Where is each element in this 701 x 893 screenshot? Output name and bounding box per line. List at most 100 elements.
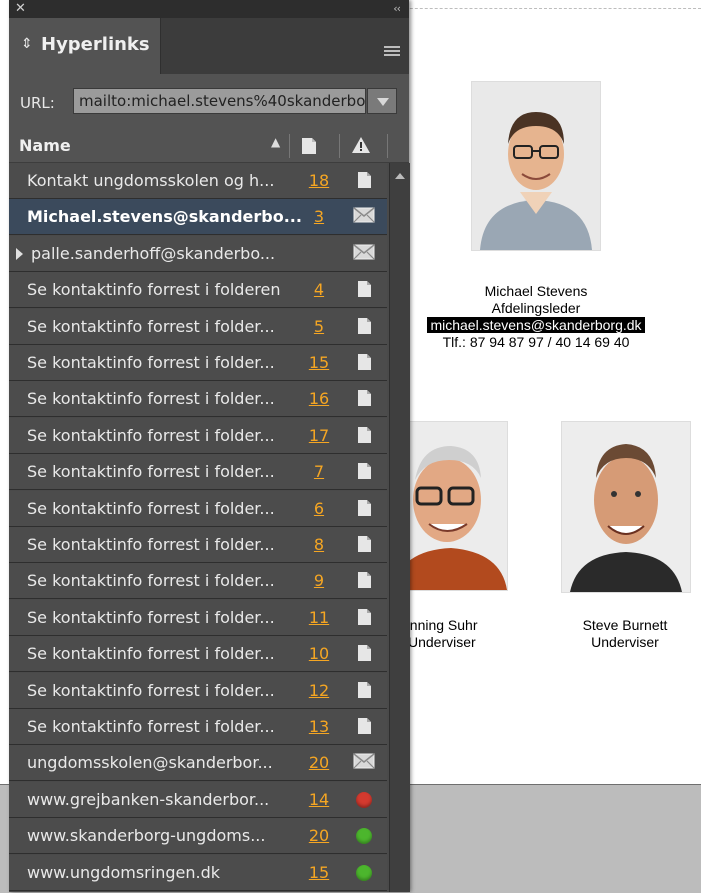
page-number-link[interactable]: 18 — [299, 171, 339, 190]
hyperlink-row[interactable]: ungdomsskolen@skanderbor... 20 — [9, 745, 387, 782]
green-status-dot — [353, 863, 375, 883]
hyperlink-name: Se kontaktinfo forrest i folder... — [27, 607, 275, 627]
column-divider — [387, 134, 388, 158]
hyperlink-name: Se kontaktinfo forrest i folder... — [27, 717, 275, 736]
hyperlink-name: www.skanderborg-ungdoms... — [27, 826, 266, 846]
hyperlink-name: Michael.stevens@skanderbo... — [27, 207, 302, 227]
hyperlink-name: Se kontaktinfo forrest i folder... — [27, 389, 275, 409]
hyperlinks-panel: ✕ ‹‹ ⇕ Hyperlinks URL: mailto:michael.st… — [9, 0, 410, 892]
url-dropdown-button[interactable] — [367, 88, 397, 114]
panel-menu-icon[interactable] — [384, 46, 400, 58]
hyperlink-row[interactable]: Se kontaktinfo forrest i folder... 17 — [9, 417, 387, 454]
column-header-page-icon[interactable] — [301, 137, 317, 159]
page-icon — [356, 571, 378, 591]
page-icon — [356, 681, 378, 701]
page-number-link[interactable]: 15 — [299, 863, 339, 882]
mail-icon — [353, 244, 375, 264]
page-number-link[interactable]: 20 — [299, 826, 339, 845]
page-icon — [356, 499, 378, 519]
page-number-link[interactable]: 4 — [299, 280, 339, 299]
page-number-link[interactable]: 3 — [299, 207, 339, 226]
scroll-up-arrow-icon[interactable] — [395, 173, 405, 179]
person1-email-link[interactable]: michael.stevens@skanderborg.dk — [427, 317, 645, 333]
hyperlink-name: ungdomsskolen@skanderbor... — [27, 753, 273, 773]
page-icon — [356, 535, 378, 555]
hyperlink-row[interactable]: www.grejbanken-skanderbor... 14 — [9, 781, 387, 818]
page-icon — [356, 353, 378, 373]
hyperlink-row[interactable]: Se kontaktinfo forrest i folder... 6 — [9, 490, 387, 527]
page-icon — [356, 462, 378, 482]
person3-title: Underviser — [591, 634, 659, 650]
tab-toggle-icon[interactable]: ⇕ — [21, 36, 33, 52]
column-divider — [289, 134, 290, 158]
url-label: URL: — [20, 94, 55, 112]
hyperlink-name: Kontakt ungdomsskolen og h... — [27, 171, 275, 190]
page-number-link[interactable]: 20 — [299, 753, 339, 772]
hyperlink-row[interactable]: Se kontaktinfo forrest i folder... 12 — [9, 672, 387, 709]
hyperlink-row[interactable]: Se kontaktinfo forrest i folder... 5 — [9, 308, 387, 345]
hyperlink-name: Se kontaktinfo forrest i folderen — [27, 280, 281, 300]
page-number-link[interactable]: 16 — [299, 389, 339, 408]
hyperlink-row[interactable]: Se kontaktinfo forrest i folder... 8 — [9, 527, 387, 563]
hyperlink-row[interactable]: Michael.stevens@skanderbo... 3 — [9, 199, 387, 236]
page-number-link[interactable]: 15 — [299, 353, 339, 372]
page-number-link[interactable]: 7 — [299, 462, 339, 481]
hyperlink-row[interactable]: www.ungdomsringen.dk 15 — [9, 854, 387, 891]
hyperlink-row[interactable]: palle.sanderhoff@skanderbo... — [9, 235, 387, 272]
hyperlink-row[interactable]: Se kontaktinfo forrest i folder... 11 — [9, 599, 387, 636]
hyperlink-row[interactable]: Se kontaktinfo forrest i folder... 9 — [9, 563, 387, 600]
hyperlink-name: palle.sanderhoff@skanderbo... — [31, 243, 276, 263]
page-number-link[interactable]: 17 — [299, 426, 339, 445]
person1-title: Afdelingsleder — [491, 300, 581, 316]
column-header-name[interactable]: Name — [19, 136, 71, 155]
tab-label: Hyperlinks — [41, 34, 150, 55]
green-status-dot — [353, 826, 375, 846]
page-icon — [356, 389, 378, 409]
close-icon[interactable]: ✕ — [15, 1, 26, 17]
collapse-panel-icon[interactable]: ‹‹ — [393, 1, 401, 17]
hyperlink-row[interactable]: Se kontaktinfo forrest i folderen 4 — [9, 272, 387, 309]
expand-triangle-icon[interactable] — [16, 247, 23, 260]
column-divider — [339, 134, 340, 158]
hyperlink-name: Se kontaktinfo forrest i folder... — [27, 644, 275, 664]
hyperlink-row[interactable]: www.skanderborg-ungdoms... 20 — [9, 818, 387, 855]
page-number-link[interactable]: 10 — [299, 644, 339, 663]
page-number-link[interactable]: 9 — [299, 571, 339, 590]
page-number-link[interactable]: 8 — [299, 535, 339, 554]
hyperlink-name: Se kontaktinfo forrest i folder... — [27, 571, 275, 591]
hyperlink-row[interactable]: Se kontaktinfo forrest i folder... 15 — [9, 345, 387, 381]
page-number-link[interactable]: 12 — [299, 681, 339, 700]
hyperlink-row[interactable]: Se kontaktinfo forrest i folder... 7 — [9, 454, 387, 491]
mail-icon — [353, 207, 375, 227]
list-scrollbar[interactable] — [389, 163, 410, 892]
page-number-link[interactable]: 5 — [299, 317, 339, 336]
hyperlink-row[interactable]: Kontakt ungdomsskolen og h... 18 — [9, 163, 387, 199]
column-header-warning-icon[interactable] — [351, 136, 371, 158]
photo-michael-stevens — [471, 81, 601, 251]
sort-ascending-icon[interactable]: ▲ — [271, 135, 280, 149]
page-number-link[interactable]: 13 — [299, 717, 339, 736]
tab-hyperlinks[interactable]: ⇕ Hyperlinks — [9, 18, 161, 74]
page-number-link[interactable]: 11 — [299, 608, 339, 627]
hyperlink-name: Se kontaktinfo forrest i folder... — [27, 353, 275, 372]
hyperlink-row[interactable]: Se kontaktinfo forrest i folder... 10 — [9, 636, 387, 673]
hyperlink-name: www.grejbanken-skanderbor... — [27, 789, 270, 809]
hyperlink-name: Se kontaktinfo forrest i folder... — [27, 462, 275, 482]
page-icon — [356, 644, 378, 664]
hyperlink-name: Se kontaktinfo forrest i folder... — [27, 535, 275, 554]
page-number-link[interactable]: 14 — [299, 790, 339, 809]
list-header: Name ▲ — [9, 130, 409, 163]
url-input[interactable]: mailto:michael.stevens%40skanderborg.dk — [73, 88, 366, 114]
red-status-dot — [353, 790, 375, 810]
hyperlink-row[interactable]: Se kontaktinfo forrest i folder... 13 — [9, 709, 387, 745]
hyperlink-name: www.ungdomsringen.dk — [27, 862, 220, 882]
page-icon — [356, 280, 378, 300]
page-margin-guide — [385, 8, 701, 9]
page-number-link[interactable]: 6 — [299, 499, 339, 518]
panel-title-strip: ✕ ‹‹ — [9, 0, 409, 18]
hyperlink-name: Se kontaktinfo forrest i folder... — [27, 680, 275, 700]
page-icon — [356, 608, 378, 628]
page-icon — [356, 426, 378, 446]
hyperlink-row[interactable]: Se kontaktinfo forrest i folder... 16 — [9, 381, 387, 418]
person1-name: Michael Stevens — [484, 283, 588, 299]
